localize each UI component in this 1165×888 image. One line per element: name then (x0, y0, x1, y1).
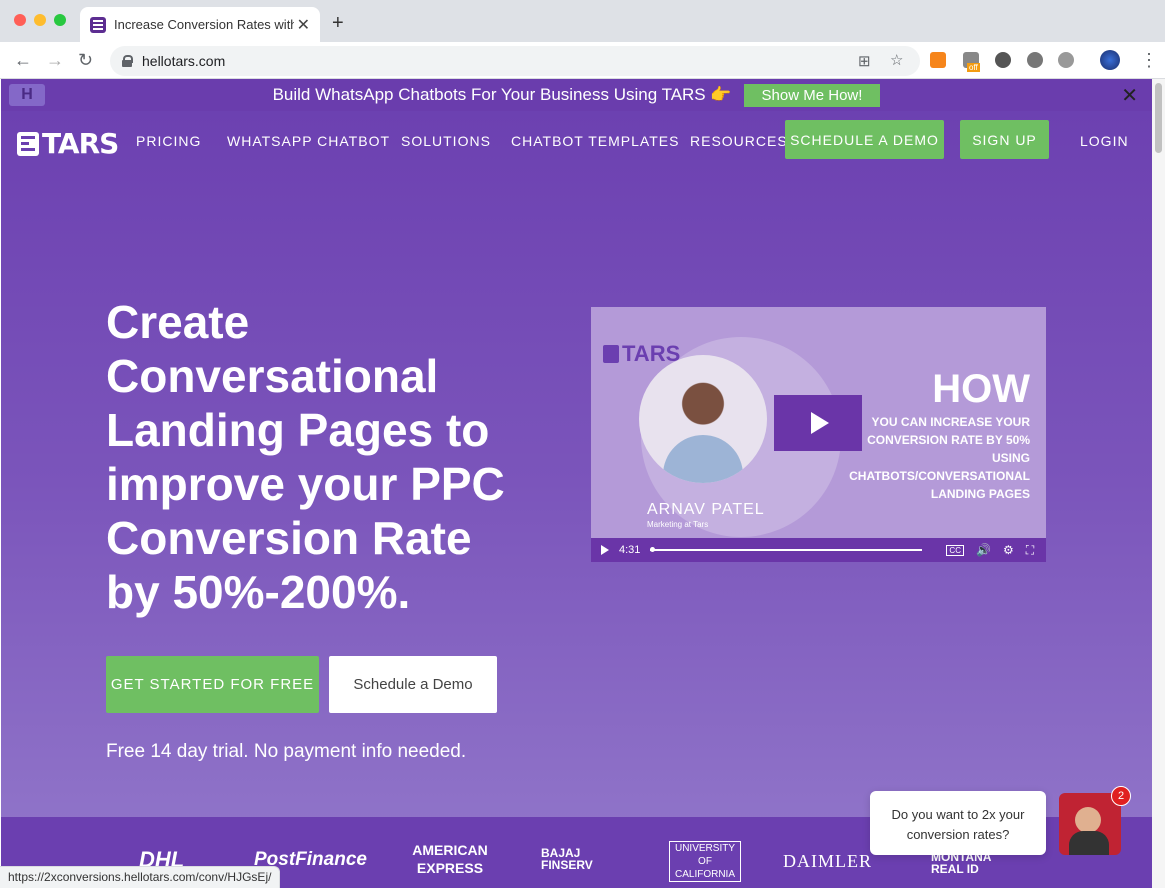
show-me-how-button[interactable]: Show Me How! (743, 83, 881, 107)
trial-note: Free 14 day trial. No payment info neede… (106, 741, 467, 762)
tars-favicon-icon (90, 16, 106, 33)
extension-badge: off (967, 63, 980, 72)
minimize-window-button[interactable] (34, 14, 46, 26)
browser-tabstrip: Increase Conversion Rates with ✕ + (0, 0, 1165, 42)
schedule-demo-button[interactable]: SCHEDULE A DEMO (785, 120, 944, 159)
announcement-text: Build WhatsApp Chatbots For Your Busines… (272, 85, 732, 104)
reload-icon[interactable]: ↻ (78, 50, 93, 71)
forward-arrow-icon[interactable]: → (46, 50, 64, 71)
video-tars-logo: TARS (603, 341, 680, 367)
status-bar-url: https://2xconversions.hellotars.com/conv… (0, 866, 281, 888)
onetab-extension-icon[interactable] (1058, 52, 1074, 68)
page-scrollbar[interactable] (1152, 79, 1165, 888)
browser-toolbar: ← → ↻ hellotars.com ⊞ ☆ off ⋮ (0, 42, 1165, 79)
address-bar[interactable]: hellotars.com ⊞ ☆ (110, 46, 920, 76)
scrollbar-thumb[interactable] (1155, 83, 1162, 153)
nav-link-pricing[interactable]: PRICING (136, 133, 201, 149)
browser-tab[interactable]: Increase Conversion Rates with ✕ (80, 7, 320, 42)
new-tab-button[interactable]: + (332, 12, 344, 35)
nav-link-whatsapp-chatbot[interactable]: WHATSAPP CHATBOT (227, 133, 390, 149)
chat-widget-avatar[interactable] (1059, 793, 1121, 855)
video-headline: HOW (932, 367, 1030, 411)
nav-link-chatbot-templates[interactable]: CHATBOT TEMPLATES (511, 133, 679, 149)
logo-university-of-california: UNIVERSITY OF CALIFORNIA (669, 841, 741, 882)
speaker-name: ARNAV PATEL (647, 501, 765, 518)
announcement-close-icon[interactable]: ✕ (1121, 83, 1138, 108)
back-arrow-icon[interactable]: ← (14, 50, 32, 71)
play-icon[interactable] (601, 545, 609, 555)
nav-link-solutions[interactable]: SOLUTIONS (401, 133, 491, 149)
speaker-role: Marketing at Tars (647, 520, 709, 529)
video-play-button[interactable] (774, 395, 862, 451)
sign-up-button[interactable]: SIGN UP (960, 120, 1049, 159)
announcement-logo: H (9, 84, 45, 106)
bookmark-star-icon[interactable]: ☆ (890, 51, 903, 69)
closed-captions-icon[interactable]: CC (946, 544, 964, 556)
chat-notification-badge: 2 (1111, 786, 1131, 806)
metamask-extension-icon[interactable] (930, 52, 946, 68)
profile-avatar[interactable] (1100, 50, 1120, 70)
logo-daimler: DAIMLER (783, 851, 872, 871)
brand-name: TARS (42, 127, 119, 160)
schedule-demo-cta-button[interactable]: Schedule a Demo (329, 656, 497, 713)
chat-prompt-text: Do you want to 2x your conversion rates? (891, 807, 1025, 842)
video-progress-bar[interactable] (650, 547, 923, 552)
browser-menu-icon[interactable]: ⋮ (1140, 50, 1158, 71)
tab-title: Increase Conversion Rates with (114, 17, 294, 32)
settings-gear-icon[interactable]: ⚙ (1003, 543, 1014, 557)
maximize-window-button[interactable] (54, 14, 66, 26)
video-duration: 4:31 (619, 544, 641, 556)
volume-icon[interactable]: 🔊 (976, 543, 991, 557)
logo-american-express: AMERICAN EXPRESS (412, 842, 488, 876)
hero-title: Create Conversational Landing Pages to i… (106, 296, 505, 618)
page: H Build WhatsApp Chatbots For Your Busin… (1, 79, 1152, 888)
video-player[interactable]: TARS HOW YOU CAN INCREASE YOUR CONVERSIO… (591, 307, 1046, 562)
tars-logo[interactable]: TARS (17, 127, 119, 160)
fullscreen-icon[interactable]: ⛶ (1026, 543, 1034, 558)
speaker-photo (639, 355, 767, 483)
extension-dot-icon[interactable] (1027, 52, 1043, 68)
tab-close-icon[interactable]: ✕ (297, 15, 310, 35)
tars-logo-icon (17, 131, 39, 156)
extension-circle-icon[interactable] (995, 52, 1011, 68)
chat-prompt-bubble[interactable]: Do you want to 2x your conversion rates? (870, 791, 1046, 855)
translate-icon[interactable]: ⊞ (858, 52, 871, 70)
login-link[interactable]: LOGIN (1080, 133, 1129, 149)
lock-icon (122, 55, 133, 67)
video-controls: 4:31 CC 🔊 ⚙ ⛶ (591, 538, 1046, 562)
announcement-bar: H Build WhatsApp Chatbots For Your Busin… (1, 79, 1152, 111)
url-text: hellotars.com (142, 53, 226, 69)
logo-bajaj-finserv: BAJAJ FINSERV (541, 846, 593, 872)
main-nav: TARS PRICING WHATSAPP CHATBOT SOLUTIONS … (1, 111, 1152, 173)
nav-link-resources[interactable]: RESOURCES (690, 133, 788, 149)
video-logo-icon (603, 345, 619, 363)
get-started-button[interactable]: GET STARTED FOR FREE (106, 656, 319, 713)
close-window-button[interactable] (14, 14, 26, 26)
